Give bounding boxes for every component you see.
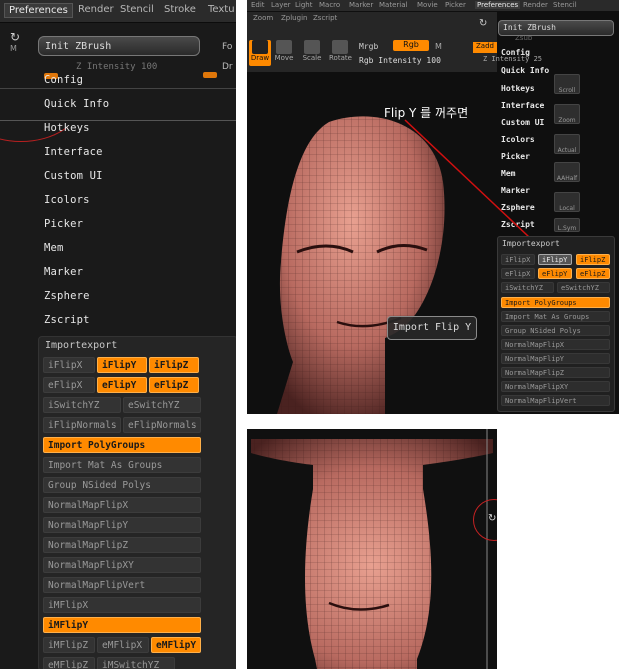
normalmapflipx-button[interactable]: NormalMapFlipX [43, 497, 201, 513]
flipped-result-viewport: ↻ [247, 429, 497, 669]
preferences-panel: Preferences Render Stencil Stroke Textu … [0, 0, 236, 669]
import-polygroups-button[interactable]: Import PolyGroups [43, 437, 201, 453]
rp-import-mat-as-groups-button[interactable]: Import Mat As Groups [501, 311, 610, 322]
normalmapflipy-button[interactable]: NormalMapFlipY [43, 517, 201, 533]
rp-importexport-title[interactable]: Importexport [502, 239, 560, 248]
menu-marker[interactable]: Marker [44, 266, 83, 278]
flipped-head-render [251, 429, 493, 669]
import-mat-as-groups-button[interactable]: Import Mat As Groups [43, 457, 201, 473]
rp-iflipx-button[interactable]: iFlipX [501, 254, 535, 265]
emflipx-button[interactable]: eMFlipX [97, 637, 149, 653]
rp-iflipz-button[interactable]: iFlipZ [576, 254, 610, 265]
rp-eflipx-button[interactable]: eFlipX [501, 268, 535, 279]
rp-import-polygroups-button[interactable]: Import PolyGroups [501, 297, 610, 308]
zbrush-viewport-screenshot: Edit Layer Light Macro Marker Material M… [247, 0, 619, 414]
z-intensity-label: Z Intensity 100 [76, 62, 158, 72]
import-flip-y-tooltip: Import Flip Y [387, 316, 477, 340]
menu-config[interactable]: Config [44, 74, 83, 86]
refresh-icon[interactable]: ↻ [10, 30, 20, 44]
rotate-cursor-icon: ↻ [488, 513, 497, 524]
rp-iflipy-button[interactable]: iFlipY [538, 254, 572, 265]
rp-eflipy-button[interactable]: eFlipY [538, 268, 572, 279]
iflipz-button[interactable]: iFlipZ [149, 357, 199, 373]
rp-normalmapflipxy-button[interactable]: NormalMapFlipXY [501, 381, 610, 392]
eflipz-button[interactable]: eFlipZ [149, 377, 199, 393]
tab-texture[interactable]: Textu [208, 4, 235, 15]
iflipx-button[interactable]: iFlipX [43, 357, 95, 373]
init-zbrush-button[interactable]: Init ZBrush [38, 36, 200, 56]
rp-group-nsided-polys-button[interactable]: Group NSided Polys [501, 325, 610, 336]
normalmapflipz-button[interactable]: NormalMapFlipZ [43, 537, 201, 553]
menu-picker[interactable]: Picker [44, 218, 83, 230]
rp-normalmapflipvert-button[interactable]: NormalMapFlipVert [501, 395, 610, 406]
iswitchyz-button[interactable]: iSwitchYZ [43, 397, 121, 413]
tab-stroke[interactable]: Stroke [164, 4, 196, 15]
menu-interface[interactable]: Interface [44, 146, 103, 158]
group-nsided-polys-button[interactable]: Group NSided Polys [43, 477, 201, 493]
slider-handle-right[interactable] [203, 72, 217, 78]
korean-annotation-text: Flip Y 를 꺼주면 [384, 106, 469, 120]
menu-quick-info[interactable]: Quick Info [44, 98, 109, 110]
imflipx-button[interactable]: iMFlipX [43, 597, 201, 613]
tab-stencil[interactable]: Stencil [120, 4, 154, 15]
normalmapflipxy-button[interactable]: NormalMapFlipXY [43, 557, 201, 573]
eswitchyz-button[interactable]: eSwitchYZ [123, 397, 201, 413]
eflipy-button[interactable]: eFlipY [97, 377, 147, 393]
menu-mem[interactable]: Mem [44, 242, 64, 254]
rp-eflipz-button[interactable]: eFlipZ [576, 268, 610, 279]
imswitchyz-button[interactable]: iMSwitchYZ [97, 657, 175, 669]
importexport-subpalette: Importexport iFlipX iFlipY iFlipZ eFlipX… [38, 336, 236, 669]
edge-label-fo: Fo [222, 42, 233, 52]
tab-render[interactable]: Render [78, 4, 114, 15]
rp-eswitchyz-button[interactable]: eSwitchYZ [557, 282, 610, 293]
menu-zscript[interactable]: Zscript [44, 314, 90, 326]
eflipnormals-button[interactable]: eFlipNormals [123, 417, 201, 433]
rp-importexport-subpalette: Importexport iFlipX iFlipY iFlipZ eFlipX… [497, 236, 615, 412]
edge-label-dr: Dr [222, 62, 233, 72]
top-tab-bar: Preferences Render Stencil Stroke Textu [0, 0, 236, 23]
menu-custom-ui[interactable]: Custom UI [44, 170, 103, 182]
iflipy-button[interactable]: iFlipY [97, 357, 147, 373]
menu-zsphere[interactable]: Zsphere [44, 290, 90, 302]
imflipz-button[interactable]: iMFlipZ [43, 637, 95, 653]
menu-hotkeys[interactable]: Hotkeys [44, 122, 90, 134]
tab-preferences[interactable]: Preferences [4, 3, 73, 18]
rp-normalmapflipx-button[interactable]: NormalMapFlipX [501, 339, 610, 350]
rp-normalmapflipy-button[interactable]: NormalMapFlipY [501, 353, 610, 364]
emflipy-button[interactable]: eMFlipY [151, 637, 201, 653]
emflipz-button[interactable]: eMFlipZ [43, 657, 95, 669]
menu-icolors[interactable]: Icolors [44, 194, 90, 206]
edge-label-m: M [10, 44, 17, 53]
iflipnormals-button[interactable]: iFlipNormals [43, 417, 121, 433]
rp-normalmapflipz-button[interactable]: NormalMapFlipZ [501, 367, 610, 378]
eflipx-button[interactable]: eFlipX [43, 377, 95, 393]
importexport-title[interactable]: Importexport [45, 340, 117, 351]
rp-iswitchyz-button[interactable]: iSwitchYZ [501, 282, 554, 293]
normalmapflipvert-button[interactable]: NormalMapFlipVert [43, 577, 201, 593]
imflipy-button[interactable]: iMFlipY [43, 617, 201, 633]
